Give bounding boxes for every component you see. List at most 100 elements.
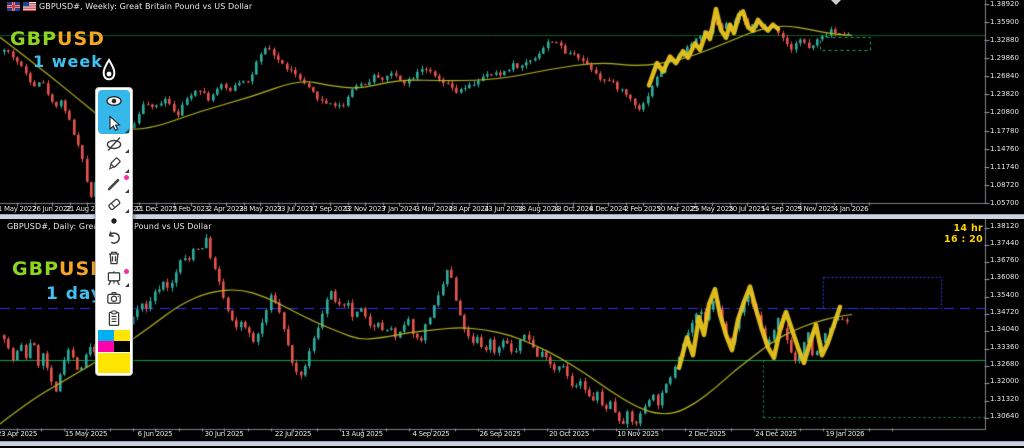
time-axis-label: 28 Apr 2024	[449, 205, 489, 213]
flyout-corner	[125, 169, 129, 173]
screenshot-button[interactable]	[98, 288, 130, 308]
camera-icon	[105, 289, 123, 307]
price-axis-label: 1.34040	[990, 325, 1019, 333]
undo-button[interactable]	[98, 228, 130, 248]
weekly-chart-canvas[interactable]	[0, 0, 1024, 216]
price-axis-label: 1.36080	[990, 273, 1019, 281]
flyout-corner	[125, 189, 129, 193]
price-axis-label: 1.29860	[990, 54, 1019, 62]
price-axis-label: 1.32680	[990, 360, 1019, 368]
trading-platform-screen: GBPUSD#, Weekly: Great Britain Pound vs …	[0, 0, 1024, 448]
price-axis-label: 1.38920	[990, 0, 1019, 8]
eye-off-icon	[105, 135, 123, 153]
time-axis-label: 23 Jul 2023	[277, 205, 313, 213]
price-axis-label: 1.37440	[990, 239, 1019, 247]
active-color-swatch[interactable]	[98, 353, 130, 373]
time-axis-label: 25 May 2025	[691, 205, 733, 213]
price-axis-label: 1.35400	[990, 291, 1019, 299]
eraser-icon	[105, 195, 123, 213]
candle-countdown-timer: 14 hr 16 : 20	[900, 223, 983, 245]
time-axis-label: 6 Jun 2025	[138, 430, 173, 438]
time-axis-label: 24 Dec 2025	[755, 430, 796, 438]
price-axis-label: 1.20800	[990, 108, 1019, 116]
uk-flag-icon	[7, 2, 20, 11]
clipboard-button[interactable]	[98, 308, 130, 328]
time-axis-label: 4 Sep 2025	[413, 430, 450, 438]
trash-icon	[105, 249, 123, 267]
time-axis-label: 5 Feb 2023	[173, 205, 209, 213]
eraser-button[interactable]	[98, 194, 130, 214]
time-axis-label: 9 Nov 2025	[798, 205, 835, 213]
stroke-size-button[interactable]	[98, 214, 130, 228]
cursor-icon	[105, 114, 123, 132]
daily-chart-canvas[interactable]	[0, 218, 1024, 448]
undo-icon	[105, 229, 123, 247]
select-tool-button[interactable]	[98, 112, 130, 134]
daily-symbol-gbp: GBP	[12, 258, 59, 280]
time-axis-label: 20 Oct 2025	[549, 430, 589, 438]
price-axis-label: 1.36760	[990, 256, 1019, 264]
countdown-minutes: 16 : 20	[900, 234, 983, 245]
flyout-corner	[125, 209, 129, 213]
pen-icon	[105, 175, 123, 193]
color-swatch-magenta[interactable]	[98, 341, 114, 352]
time-axis-label: 8 Dec 2024	[589, 205, 626, 213]
price-axis-label: 1.35900	[990, 18, 1019, 26]
color-swatch-cyan[interactable]	[98, 330, 114, 341]
hide-annotations-button[interactable]	[98, 134, 130, 154]
price-axis-label: 1.17780	[990, 127, 1019, 135]
highlighter-icon	[105, 155, 123, 173]
weekly-price-axis[interactable]: 1.389201.359001.328801.298601.268401.238…	[988, 0, 1024, 208]
window-separator[interactable]	[0, 214, 1024, 219]
color-swatch-black[interactable]	[114, 341, 130, 352]
us-flag-icon	[23, 2, 36, 11]
pen-tool-button[interactable]	[98, 174, 130, 194]
price-axis-label: 1.30640	[990, 412, 1019, 420]
time-axis-label: 23 Apr 2025	[0, 430, 37, 438]
time-axis-label: 2 Apr 2023	[208, 205, 244, 213]
window-bottom-edge	[0, 441, 1024, 446]
price-axis-label: 1.05700	[990, 199, 1019, 207]
selected-tools-group	[98, 90, 130, 134]
daily-price-axis[interactable]: 1.381201.374401.367601.360801.354001.347…	[988, 216, 1024, 428]
weekly-title-bar: GBPUSD#, Weekly: Great Britain Pound vs …	[7, 2, 252, 11]
time-axis-label: 12 Nov 2023	[344, 205, 386, 213]
time-axis-label: 14 Sep 2025	[761, 205, 802, 213]
price-axis-label: 1.34720	[990, 308, 1019, 316]
flyout-corner	[125, 149, 129, 153]
weekly-symbol-gbp: GBP	[10, 28, 57, 50]
price-axis-label: 1.26840	[990, 72, 1019, 80]
time-axis-label: 1 May 2022	[0, 205, 36, 213]
weekly-symbol-usd: USD	[57, 28, 105, 50]
eye-icon	[105, 92, 123, 110]
time-axis-label: 3 Mar 2024	[416, 205, 453, 213]
time-axis-label: 28 May 2023	[239, 205, 281, 213]
daily-time-axis[interactable]: 23 Apr 2025 15 May 2025 6 Jun 2025 30 Jun 2…	[0, 429, 986, 440]
time-axis-label: 13 Aug 2025	[341, 430, 383, 438]
time-axis-label: 26 Sep 2025	[479, 430, 520, 438]
daily-symbol-annotation: GBPUSD	[12, 260, 107, 279]
countdown-hours: 14 hr	[900, 223, 983, 234]
time-axis-label: 10 Nov 2025	[617, 430, 659, 438]
price-axis-label: 1.32880	[990, 36, 1019, 44]
price-axis-label: 1.33360	[990, 343, 1019, 351]
whiteboard-button[interactable]	[98, 268, 130, 288]
toggle-visibility-button[interactable]	[98, 90, 130, 112]
time-axis-label: 4 Jan 2026	[834, 205, 869, 213]
price-axis-label: 1.32000	[990, 377, 1019, 385]
weekly-chart-title: GBPUSD#, Weekly: Great Britain Pound vs …	[39, 2, 252, 11]
flyout-corner	[125, 283, 129, 287]
color-swatch-yellow[interactable]	[114, 330, 130, 341]
weekly-symbol-annotation: GBPUSD	[10, 30, 105, 49]
time-axis-label: 15 May 2025	[65, 430, 107, 438]
chart-end-marker-icon[interactable]	[831, 0, 841, 5]
highlighter-button[interactable]	[98, 154, 130, 174]
time-axis-label: 22 Jul 2025	[275, 430, 311, 438]
time-axis-label: 2 Feb 2025	[624, 205, 660, 213]
pen-cursor-icon	[99, 58, 119, 92]
clear-all-button[interactable]	[98, 248, 130, 268]
price-axis-label: 1.31320	[990, 395, 1019, 403]
time-axis-label: 30 Jun 2025	[205, 430, 244, 438]
easel-icon	[105, 269, 123, 287]
price-axis-label: 1.11740	[990, 163, 1019, 171]
